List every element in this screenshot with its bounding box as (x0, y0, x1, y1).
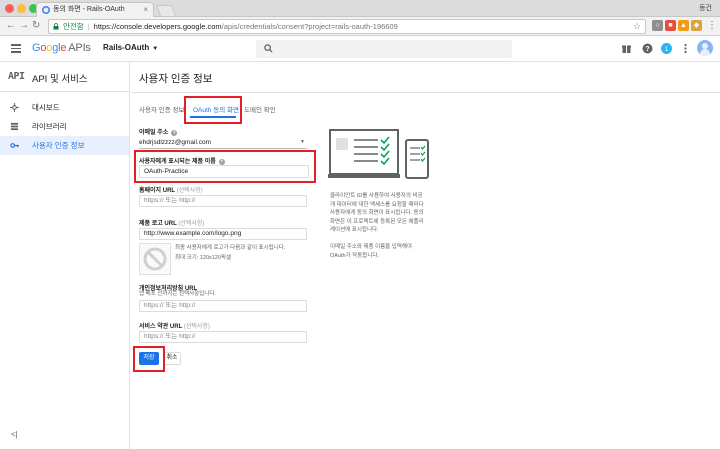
browser-titlebar: 동의 화면 - Rails-OAuth × 동건 (0, 0, 720, 17)
active-tab-indicator (190, 116, 236, 118)
sidebar-item-dashboard[interactable]: 대시보드 (0, 98, 129, 117)
email-value: ehdrjsdlzzzz@gmail.com (139, 139, 211, 146)
extension-icon-2[interactable]: ■ (665, 20, 676, 31)
dashboard-icon (10, 103, 19, 112)
info-line: OAuth가 작동합니다. (330, 252, 380, 259)
help-icon[interactable]: ? (641, 42, 654, 55)
url-separator: | (87, 22, 90, 31)
logo-preview (139, 243, 171, 275)
sidebar-item-label: 라이브러리 (32, 122, 67, 131)
close-window-icon[interactable] (5, 4, 14, 13)
sidebar-item-label: 사용자 인증 정보 (32, 141, 85, 150)
library-icon (10, 122, 19, 131)
minimize-window-icon[interactable] (17, 4, 26, 13)
tab-title: 동의 화면 - Rails-OAuth (53, 6, 125, 13)
browser-tab[interactable]: 동의 화면 - Rails-OAuth × (36, 2, 154, 17)
logo-apis-text: APIs (68, 42, 91, 54)
google-apis-header: Google APIs Rails-OAuth ▼ ? 1 (0, 36, 720, 62)
info-line: 클라이언트 ID를 사용하여 사용자의 비공 (330, 193, 423, 199)
more-vert-icon[interactable] (679, 42, 692, 55)
tab-domain-verification[interactable]: 도메인 확인 (244, 104, 276, 114)
homepage-label: 홈페이지 URL (선택사항) (139, 188, 203, 194)
logo-size-note: 최대 크기: 120x120픽셀 (175, 255, 232, 261)
consent-info-text: 클라이언트 ID를 사용하여 사용자의 비공 개 데이터에 대한 액세스를 요청… (330, 192, 424, 235)
browser-toolbar: ← → ↻ 안전함 | https://console.developers.goo… (0, 17, 720, 36)
tos-label: 서비스 약관 URL (선택사항) (139, 324, 210, 330)
info-line: 케이션에 표시됩니다. (330, 227, 379, 233)
product-name-label: 사용자에게 표시되는 제품 이름? (139, 159, 225, 165)
product-logo-url-input[interactable]: http://www.example.com/logo.png (139, 228, 307, 240)
new-tab-button[interactable] (155, 5, 177, 16)
info-line: 화면은 이 프로젝트에 등록된 모든 애플리 (330, 218, 424, 225)
sidebar-title: API 및 서비스 (32, 74, 88, 85)
info-line: 개 데이터에 대한 액세스를 요청할 때마다 (330, 201, 424, 208)
gift-icon[interactable] (620, 42, 633, 55)
extension-icon-1[interactable]: ○ (652, 20, 663, 31)
url-path: /apis/credentials/consent?project=rails-… (221, 22, 398, 31)
sidebar-item-credentials[interactable]: 사용자 인증 정보 (0, 136, 129, 155)
lock-icon (53, 23, 59, 30)
cancel-button[interactable]: 취소 (163, 352, 181, 365)
homepage-url-input[interactable]: https:// 또는 http:// (139, 195, 307, 207)
chrome-menu-icon[interactable]: ⋮ (707, 19, 717, 33)
notifications-icon[interactable]: 1 (660, 42, 673, 55)
project-name: Rails-OAuth (103, 43, 150, 52)
reload-icon[interactable]: ↻ (32, 19, 40, 33)
info-line: 이메일 주소와 제품 이름을 입력해야 (330, 244, 413, 250)
profile-name[interactable]: 동건 (699, 3, 712, 13)
email-label: 이메일 주소? (139, 130, 178, 136)
svg-text:?: ? (645, 46, 649, 53)
tab-oauth-consent[interactable]: OAuth 동의 화면 (193, 104, 239, 114)
consent-screen-illustration (328, 129, 429, 179)
key-icon (10, 143, 19, 148)
hamburger-menu-icon[interactable] (11, 44, 21, 53)
api-logo-icon: API (8, 71, 25, 82)
divider (131, 92, 720, 93)
extension-icon-3[interactable]: ▲ (678, 20, 689, 31)
privacy-url-input[interactable]: https:// 또는 http:// (139, 300, 307, 312)
chevron-down-icon: ▼ (300, 139, 305, 145)
collapse-sidebar-icon[interactable]: <| (11, 430, 18, 439)
extension-icon-4[interactable]: ◆ (691, 20, 702, 31)
logo-google-text: Google (32, 42, 67, 54)
save-button[interactable]: 저장 (139, 352, 159, 365)
info-line: 사용자에게 동의 화면이 표시됩니다. 동의 (330, 210, 424, 216)
tab-credentials[interactable]: 사용자 인증 정보 (139, 104, 184, 114)
project-selector[interactable]: Rails-OAuth ▼ (103, 43, 158, 52)
bookmark-star-icon[interactable]: ☆ (633, 20, 641, 33)
url-host: https://console.developers.google.com (93, 22, 222, 31)
logo-note: 최종 사용자에게 로고가 다음과 같이 표시됩니다. (175, 245, 286, 251)
help-icon[interactable]: ? (171, 130, 178, 136)
left-sidebar: API API 및 서비스 대시보드 라이브러리 사용자 인증 정보 <| (0, 62, 130, 449)
search-input[interactable] (256, 40, 512, 58)
privacy-note: 앱 배포 전까지는 선택사항입니다. (139, 291, 216, 297)
account-avatar[interactable] (697, 40, 713, 56)
google-apis-logo[interactable]: Google APIs (32, 42, 91, 54)
google-favicon-icon (42, 6, 50, 14)
search-icon (264, 44, 273, 53)
forward-icon[interactable]: → (19, 19, 29, 33)
close-tab-icon[interactable]: × (143, 3, 148, 17)
sidebar-item-label: 대시보드 (32, 103, 60, 112)
consent-requirement-text: 이메일 주소와 제품 이름을 입력해야 OAuth가 작동합니다. (330, 243, 412, 260)
email-select[interactable]: ehdrjsdlzzzz@gmail.com ▼ (139, 137, 307, 149)
page-title: 사용자 인증 정보 (139, 73, 213, 85)
no-logo-icon (143, 247, 167, 271)
tos-url-input[interactable]: https:// 또는 http:// (139, 331, 307, 343)
chevron-down-icon: ▼ (152, 46, 159, 52)
url-bar[interactable]: 안전함 | https://console.developers.google.co… (48, 19, 646, 34)
sidebar-header: API API 및 서비스 (0, 62, 129, 92)
secure-label: 안전함 (63, 22, 84, 31)
product-name-field[interactable]: OAuth-Practice (139, 165, 309, 178)
product-logo-label: 제품 로고 URL (선택사항) (139, 221, 205, 227)
back-icon[interactable]: ← (6, 19, 16, 33)
sidebar-item-library[interactable]: 라이브러리 (0, 117, 129, 136)
